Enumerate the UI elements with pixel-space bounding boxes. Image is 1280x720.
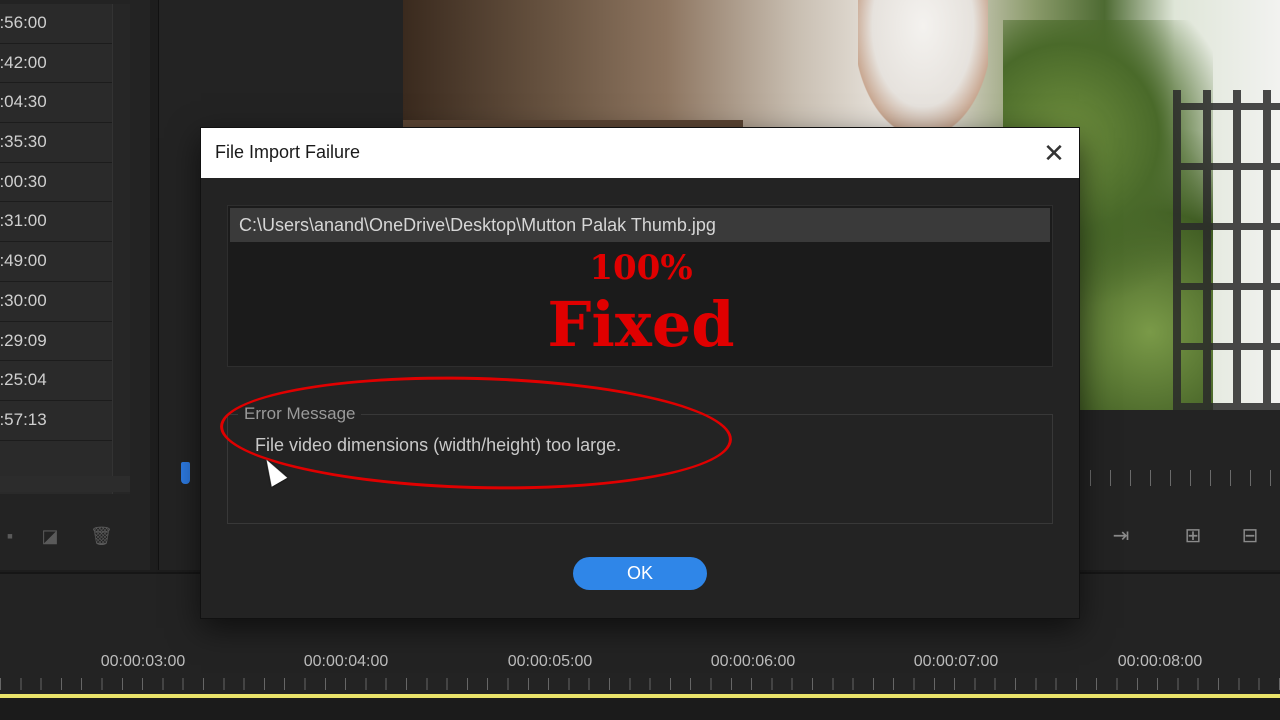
list-item[interactable]: 1:42:00 <box>0 44 112 84</box>
dialog-titlebar[interactable]: File Import Failure ✕ <box>201 128 1079 178</box>
horizontal-scrollbar[interactable] <box>0 476 130 492</box>
duration-list[interactable]: 5:56:00 1:42:00 5:04:30 5:35:30 4:00:30 … <box>0 4 112 494</box>
list-item[interactable]: 1:25:04 <box>0 361 112 401</box>
list-item[interactable]: 7:29:09 <box>0 322 112 362</box>
overwrite-icon[interactable]: ⊟ <box>1233 524 1267 548</box>
timeline-ruler[interactable] <box>0 678 1280 690</box>
error-message-group: Error Message File video dimensions (wid… <box>218 370 1053 524</box>
trash-icon[interactable]: 🗑 <box>90 526 113 546</box>
file-path-row[interactable]: C:\Users\anand\OneDrive\Desktop\Mutton P… <box>230 208 1050 242</box>
list-item[interactable]: 5:56:00 <box>0 4 112 44</box>
list-item[interactable]: 2:31:00 <box>0 202 112 243</box>
step-forward-icon[interactable]: ⇥ <box>1104 524 1138 548</box>
highlight-ellipse <box>218 370 734 496</box>
list-item[interactable]: 5:49:00 <box>0 242 112 282</box>
video-railing <box>1173 90 1280 410</box>
playhead-marker[interactable] <box>181 462 190 484</box>
timeline-track-area[interactable] <box>0 698 1280 720</box>
timecode-label: 00:00:06:00 <box>710 653 796 670</box>
list-item[interactable]: 0:57:13 <box>0 401 112 441</box>
file-import-failure-dialog: File Import Failure ✕ C:\Users\anand\One… <box>201 128 1079 618</box>
list-item[interactable]: 1:30:00 <box>0 282 112 322</box>
close-icon[interactable]: ✕ <box>1039 138 1069 168</box>
overlay-stamp-fixed: Fixed <box>547 288 735 361</box>
list-item[interactable]: 5:04:30 <box>0 83 112 124</box>
timecode-label: 00:00:04:00 <box>303 653 389 670</box>
timecode-label: 00:00:07:00 <box>913 653 999 670</box>
dialog-title: File Import Failure <box>215 142 361 162</box>
monitor-ruler <box>1090 470 1280 486</box>
timecode-label: 00:00:05:00 <box>507 653 593 670</box>
timecode-label: 00:00:03:00 <box>100 653 186 670</box>
vertical-scrollbar[interactable] <box>112 4 130 494</box>
new-item-icon[interactable]: ◪ <box>40 526 60 546</box>
list-view-icon[interactable]: ▪ <box>0 526 20 546</box>
insert-icon[interactable]: ⊞ <box>1176 524 1210 548</box>
list-item[interactable]: 4:00:30 <box>0 163 112 203</box>
video-person <box>858 0 988 130</box>
project-panel: 5:56:00 1:42:00 5:04:30 5:35:30 4:00:30 … <box>0 0 150 570</box>
failed-files-list: C:\Users\anand\OneDrive\Desktop\Mutton P… <box>227 205 1053 367</box>
overlay-stamp-percent: 100% <box>589 248 693 288</box>
ok-button[interactable]: OK <box>573 557 707 590</box>
timecode-label: 00:00:08:00 <box>1117 653 1203 670</box>
list-item[interactable]: 5:35:30 <box>0 123 112 163</box>
